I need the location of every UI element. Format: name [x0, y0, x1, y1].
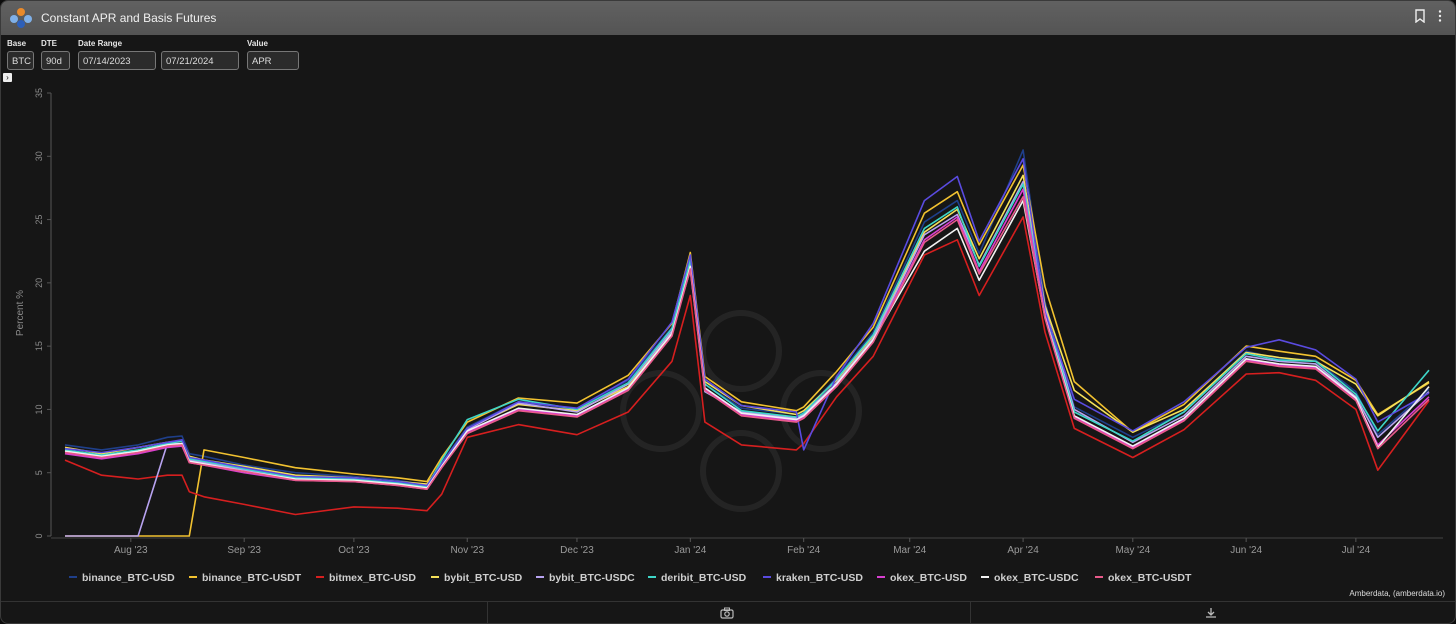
legend-label: deribit_BTC-USD [661, 572, 747, 584]
y-axis-label: Percent % [15, 290, 26, 336]
legend-label: bybit_BTC-USDC [549, 572, 635, 584]
x-tick-label: May '24 [1115, 545, 1150, 556]
y-tick-label: 0 [34, 533, 44, 538]
x-tick-label: Nov '23 [450, 545, 484, 556]
series-line-bybit_BTC-USD [64, 174, 1430, 485]
value-select[interactable]: APR [247, 51, 299, 70]
footer-toolbar [1, 601, 1455, 623]
title-bar: Constant APR and Basis Futures [1, 1, 1455, 35]
x-tick-label: Jul '24 [1342, 545, 1371, 556]
base-label: Base [7, 39, 27, 48]
y-axis: 0 5 10 15 20 25 30 35 [34, 88, 52, 539]
legend-item[interactable]: kraken_BTC-USD [763, 572, 863, 584]
bookmark-icon[interactable] [1413, 9, 1427, 25]
window-title: Constant APR and Basis Futures [41, 11, 217, 25]
legend-label: bitmex_BTC-USD [329, 572, 416, 584]
y-tick-label: 15 [34, 341, 44, 351]
x-tick-label: Dec '23 [560, 545, 594, 556]
x-tick-label: Sep '23 [227, 545, 261, 556]
value-control: Value APR [247, 38, 299, 70]
legend-label: okex_BTC-USDC [994, 572, 1079, 584]
legend-item[interactable]: bybit_BTC-USDC [536, 572, 635, 584]
legend-label: bybit_BTC-USD [444, 572, 523, 584]
download-icon[interactable] [1205, 606, 1217, 623]
dte-control: DTE 90d [41, 38, 70, 70]
y-tick-label: 30 [34, 151, 44, 161]
camera-icon[interactable] [720, 606, 734, 623]
end-date-input[interactable]: 07/21/2024 [161, 51, 239, 70]
base-control: Base BTC [7, 38, 34, 70]
x-tick-label: Jan '24 [674, 545, 706, 556]
y-tick-label: 10 [34, 404, 44, 414]
legend-label: binance_BTC-USDT [202, 572, 302, 584]
x-tick-label: Aug '23 [114, 545, 148, 556]
series-line-okex_BTC-USD [64, 188, 1430, 490]
legend-label: okex_BTC-USD [890, 572, 967, 584]
value-label: Value [247, 39, 268, 48]
y-tick-label: 20 [34, 278, 44, 288]
legend-item[interactable]: deribit_BTC-USD [648, 572, 747, 584]
x-tick-label: Apr '24 [1007, 545, 1039, 556]
y-tick-label: 25 [34, 215, 44, 225]
legend-item[interactable]: bybit_BTC-USD [431, 572, 523, 584]
amberdata-logo-icon [10, 8, 32, 28]
legend-label: binance_BTC-USD [82, 572, 175, 584]
legend-item[interactable]: binance_BTC-USD [69, 572, 175, 584]
legend: binance_BTC-USD binance_BTC-USDT bitmex_BT… [69, 572, 1192, 584]
chart-svg: 0 5 10 15 20 25 30 35 Aug '23 Sep '23 Oct '23 Nov … [15, 88, 1443, 584]
dte-select[interactable]: 90d [41, 51, 70, 70]
legend-item[interactable]: okex_BTC-USDC [981, 572, 1079, 584]
y-tick-label: 5 [34, 470, 44, 475]
x-axis: Aug '23 Sep '23 Oct '23 Nov '23 Dec '23 Jan '… [51, 537, 1443, 556]
legend-item[interactable]: okex_BTC-USDT [1095, 572, 1192, 584]
legend-item[interactable]: okex_BTC-USD [877, 572, 967, 584]
legend-label: okex_BTC-USDT [1108, 572, 1192, 584]
x-tick-label: Oct '23 [338, 545, 370, 556]
x-tick-label: Feb '24 [787, 545, 820, 556]
legend-item[interactable]: binance_BTC-USDT [189, 572, 302, 584]
legend-label: kraken_BTC-USD [776, 572, 863, 584]
base-select[interactable]: BTC [7, 51, 34, 70]
credit-text: Amberdata, (amberdata.io) [1349, 589, 1445, 598]
chart-window: Constant APR and Basis Futures Base BTC … [0, 0, 1456, 624]
y-tick-label: 35 [34, 88, 44, 98]
date-range-control: Date Range 07/14/2023 07/21/2024 [78, 38, 239, 70]
x-tick-label: Jun '24 [1230, 545, 1262, 556]
series-lines [64, 149, 1430, 537]
series-line-deribit_BTC-USD [64, 183, 1430, 488]
series-line-binance_BTC-USDT [65, 164, 1430, 537]
dte-label: DTE [41, 39, 57, 48]
controls-bar: Base BTC DTE 90d Date Range 07/14/2023 0… [1, 35, 1455, 75]
series-line-bybit_BTC-USDC [65, 180, 1430, 537]
more-vertical-icon[interactable] [1433, 9, 1447, 25]
x-tick-label: Mar '24 [893, 545, 926, 556]
start-date-input[interactable]: 07/14/2023 [78, 51, 156, 70]
date-range-label: Date Range [78, 39, 123, 48]
legend-item[interactable]: bitmex_BTC-USD [316, 572, 416, 584]
